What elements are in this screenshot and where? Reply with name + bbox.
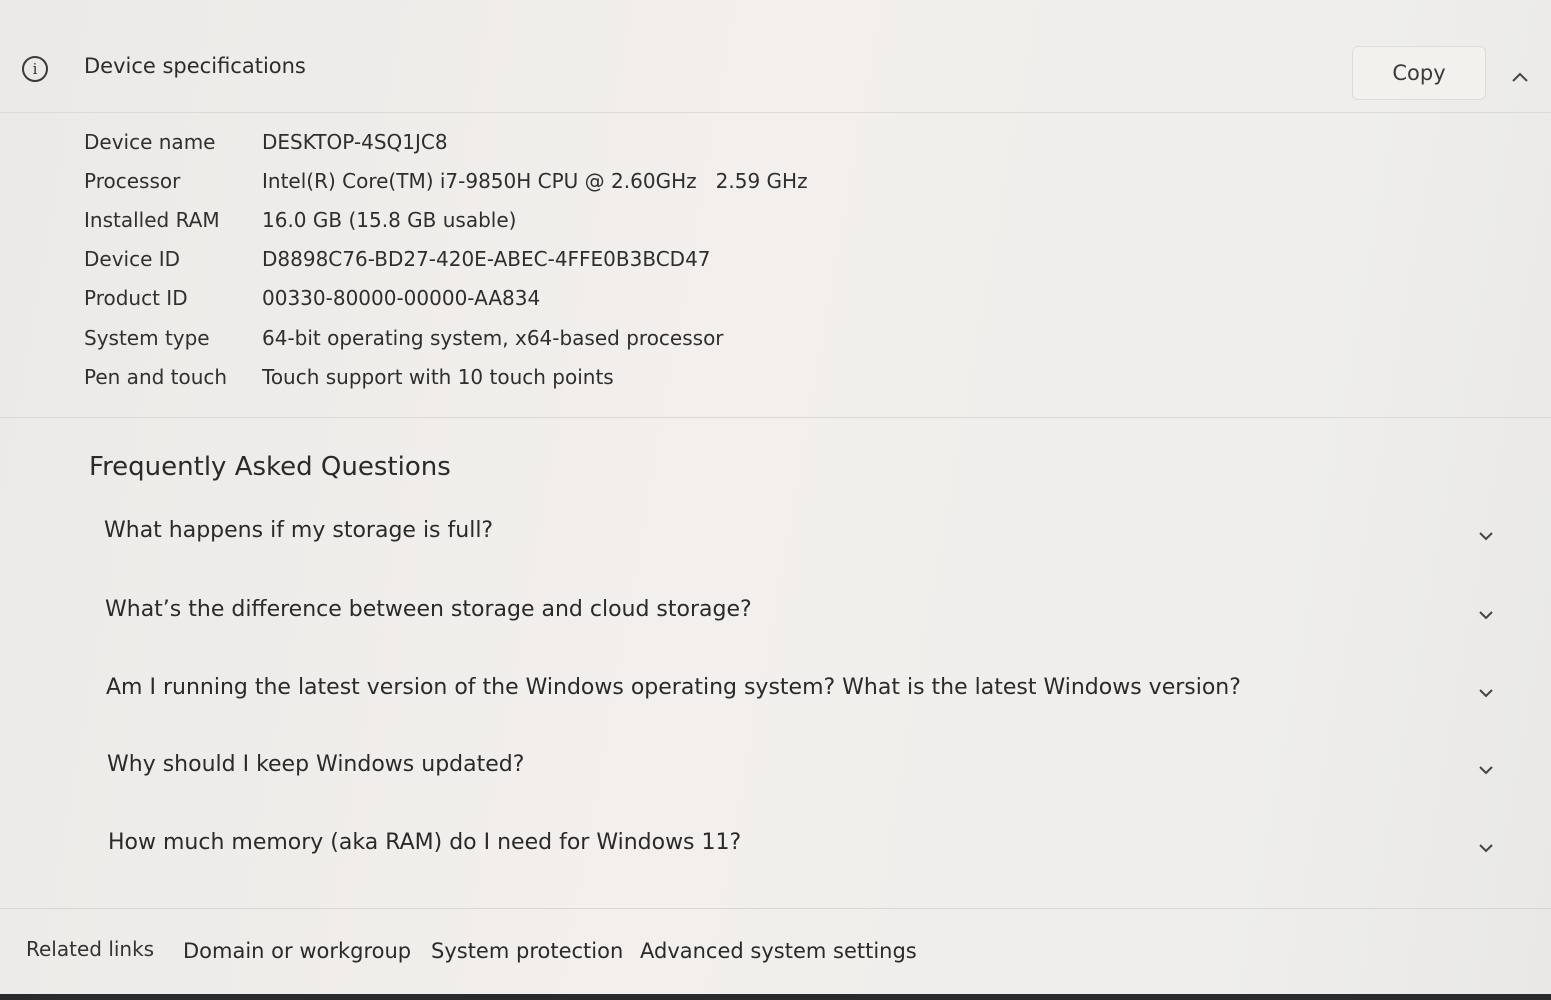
section-title: Device specifications [84, 54, 306, 78]
spec-row-pen-and-touch: Pen and touch Touch support with 10 touc… [0, 357, 1000, 396]
spec-row-installed-ram: Installed RAM 16.0 GB (15.8 GB usable) [0, 200, 1000, 239]
spec-value: Intel(R) Core(TM) i7-9850H CPU @ 2.60GHz… [262, 169, 808, 193]
screen-bezel [0, 994, 1551, 1000]
faq-question[interactable]: What happens if my storage is full? [104, 518, 493, 543]
chevron-down-icon[interactable] [1474, 524, 1498, 548]
link-domain-or-workgroup[interactable]: Domain or workgroup [183, 939, 411, 963]
faq-item[interactable]: Am I running the latest version of the W… [0, 665, 1551, 725]
spec-label: System type [84, 326, 210, 350]
chevron-up-icon[interactable] [1508, 66, 1532, 90]
settings-page: i Device specifications Copy Device name… [0, 0, 1551, 1000]
spec-value: Touch support with 10 touch points [262, 365, 614, 389]
spec-label: Device ID [84, 247, 181, 271]
spec-row-device-name: Device name DESKTOP-4SQ1JC8 [0, 122, 1000, 161]
spec-value: 00330-80000-00000-AA834 [262, 286, 541, 310]
faq-question[interactable]: Am I running the latest version of the W… [106, 675, 1241, 700]
spec-label: Device name [84, 130, 216, 154]
spec-value: DESKTOP-4SQ1JC8 [262, 130, 448, 154]
device-specifications-header[interactable]: i Device specifications Copy [0, 10, 1551, 113]
spec-value: D8898C76-BD27-420E-ABEC-4FFE0B3BCD47 [262, 247, 711, 271]
spec-label: Installed RAM [84, 208, 220, 232]
faq-title: Frequently Asked Questions [89, 452, 451, 482]
faq-question[interactable]: How much memory (aka RAM) do I need for … [108, 830, 741, 855]
spec-value: 16.0 GB (15.8 GB usable) [262, 208, 517, 232]
info-icon: i [22, 56, 48, 82]
spec-label: Processor [84, 169, 181, 193]
section-divider [0, 417, 1551, 418]
chevron-down-icon[interactable] [1474, 603, 1498, 627]
link-system-protection[interactable]: System protection [431, 939, 623, 963]
spec-row-processor: Processor Intel(R) Core(TM) i7-9850H CPU… [0, 161, 1000, 200]
related-links-label: Related links [26, 937, 155, 961]
spec-value: 64-bit operating system, x64-based proce… [262, 326, 724, 350]
copy-button[interactable]: Copy [1352, 46, 1486, 100]
chevron-down-icon[interactable] [1474, 836, 1498, 860]
chevron-down-icon[interactable] [1474, 758, 1498, 782]
faq-item[interactable]: Why should I keep Windows updated? [0, 742, 1551, 802]
faq-item[interactable]: What happens if my storage is full? [0, 508, 1551, 568]
spec-row-device-id: Device ID D8898C76-BD27-420E-ABEC-4FFE0B… [0, 239, 1000, 278]
spec-row-product-id: Product ID 00330-80000-00000-AA834 [0, 278, 1000, 317]
related-links-bar: Related links Domain or workgroup System… [0, 908, 1551, 995]
faq-item[interactable]: What’s the difference between storage an… [0, 587, 1551, 647]
chevron-down-icon[interactable] [1474, 681, 1498, 705]
spec-row-system-type: System type 64-bit operating system, x64… [0, 318, 1000, 357]
faq-question[interactable]: What’s the difference between storage an… [105, 597, 752, 622]
faq-item[interactable]: How much memory (aka RAM) do I need for … [0, 820, 1551, 880]
spec-label: Pen and touch [84, 365, 228, 389]
faq-question[interactable]: Why should I keep Windows updated? [107, 752, 524, 777]
link-advanced-system-settings[interactable]: Advanced system settings [640, 939, 917, 963]
spec-label: Product ID [84, 286, 188, 310]
